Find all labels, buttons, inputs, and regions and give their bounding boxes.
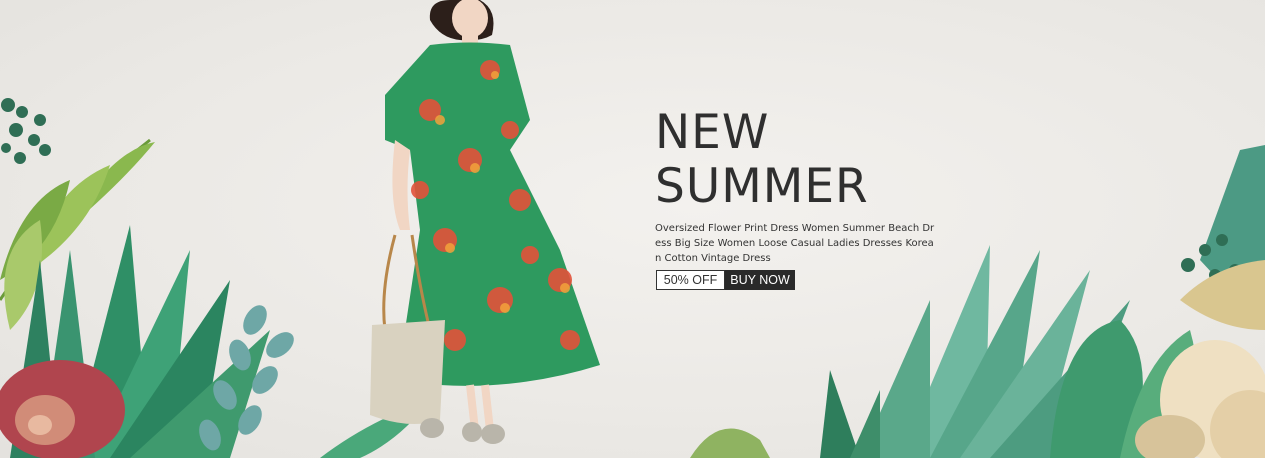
headline-line-new: NEW — [655, 105, 770, 160]
banner-headline: NEW SUMMER — [655, 106, 869, 214]
buy-now-button[interactable]: BUY NOW — [725, 270, 795, 290]
cta-group: 50% OFF BUY NOW — [656, 270, 795, 290]
headline-line-summer: SUMMER — [655, 159, 869, 214]
model-image — [370, 0, 600, 444]
product-description: Oversized Flower Print Dress Women Summe… — [655, 223, 935, 264]
discount-badge: 50% OFF — [656, 270, 725, 290]
banner-artwork — [0, 0, 1265, 458]
left-foliage-image — [0, 98, 430, 458]
summer-sale-banner[interactable]: NEW SUMMER Oversized Flower Print Dress … — [0, 0, 1265, 458]
